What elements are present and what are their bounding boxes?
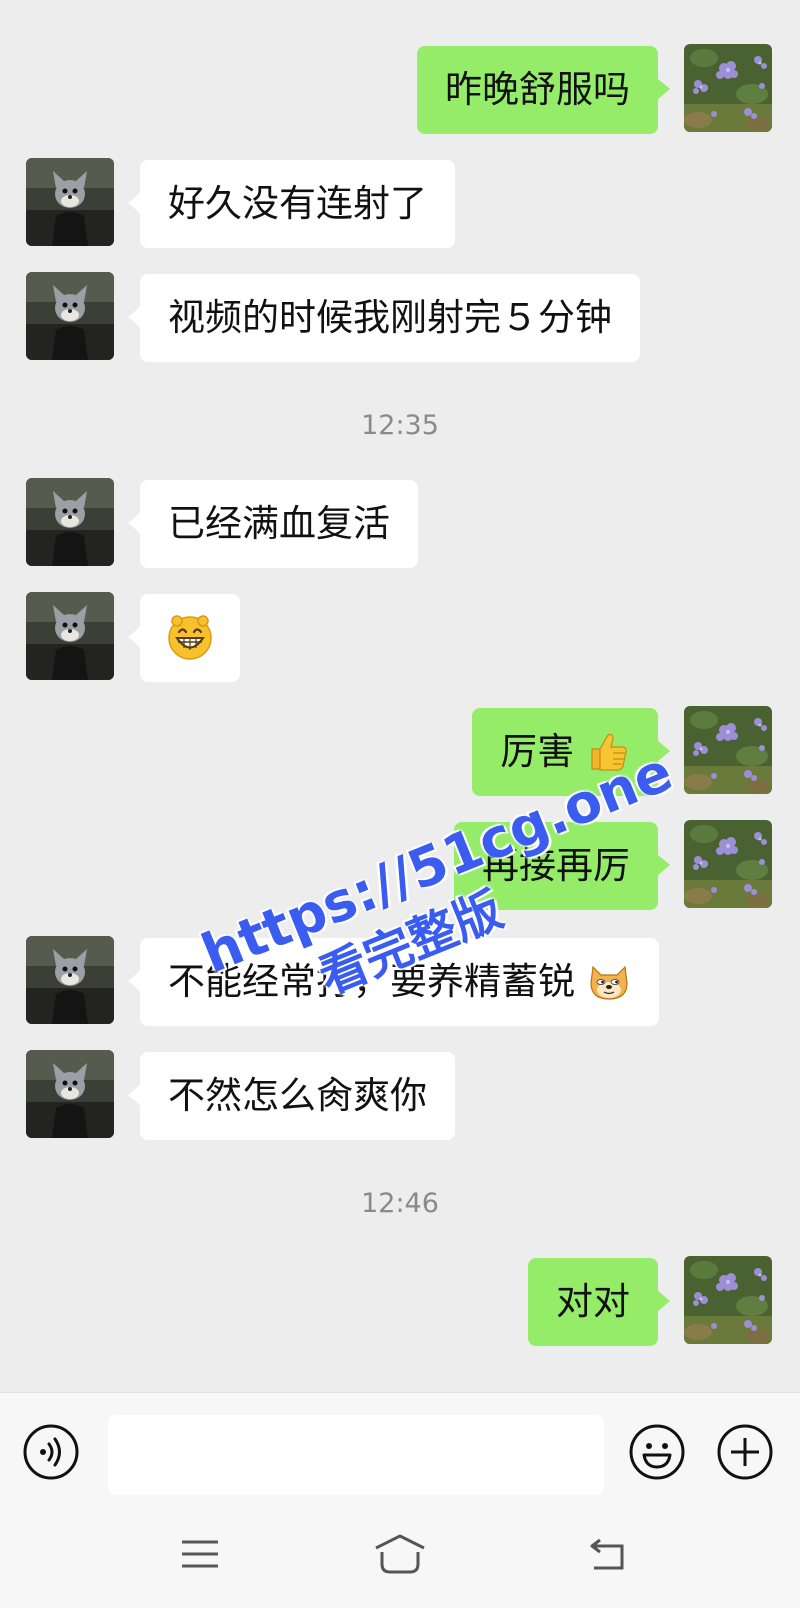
message-row: 已经满血复活 xyxy=(0,476,800,568)
timestamp: 12:35 xyxy=(361,410,439,441)
message-row: 再接再厉 xyxy=(0,818,800,910)
my-avatar[interactable] xyxy=(684,1256,772,1344)
chat-area: 昨晚舒服吗 好久没有连射了 视频的时候我刚射完５分钟 12:35 已经满血复活 xyxy=(0,0,800,1392)
message-text: 已经满血复活 xyxy=(168,502,390,545)
timestamp: 12:46 xyxy=(361,1188,439,1219)
voice-icon[interactable] xyxy=(22,1423,80,1485)
message-text: 昨晚舒服吗 xyxy=(445,68,630,111)
received-bubble[interactable]: 不能经常打，要养精蓄锐 xyxy=(128,938,659,1026)
contact-avatar[interactable] xyxy=(26,158,114,246)
thumbs-up-icon xyxy=(591,733,627,771)
message-row: 厉害 xyxy=(0,704,800,796)
received-bubble[interactable]: 已经满血复活 xyxy=(128,480,418,568)
received-bubble[interactable]: 不然怎么肏爽你 xyxy=(128,1052,455,1140)
message-row xyxy=(0,590,800,682)
system-nav-bar xyxy=(0,1502,800,1608)
received-bubble[interactable] xyxy=(128,594,240,682)
contact-avatar[interactable] xyxy=(26,592,114,680)
contact-avatar[interactable] xyxy=(26,478,114,566)
smiley-icon[interactable] xyxy=(628,1423,686,1485)
message-row: 对对 xyxy=(0,1254,800,1346)
sent-bubble[interactable]: 昨晚舒服吗 xyxy=(417,46,670,134)
message-input[interactable] xyxy=(108,1415,604,1495)
back-icon[interactable] xyxy=(588,1534,628,1578)
message-row: 昨晚舒服吗 xyxy=(0,42,800,134)
message-row: 视频的时候我刚射完５分钟 xyxy=(0,270,800,362)
message-text: 好久没有连射了 xyxy=(168,182,427,225)
message-row: 不能经常打，要养精蓄锐 xyxy=(0,934,800,1026)
received-bubble[interactable]: 好久没有连射了 xyxy=(128,160,455,248)
my-avatar[interactable] xyxy=(684,44,772,132)
menu-icon[interactable] xyxy=(180,1536,220,1576)
message-row: 好久没有连射了 xyxy=(0,156,800,248)
message-text: 不然怎么肏爽你 xyxy=(168,1074,427,1117)
contact-avatar[interactable] xyxy=(26,936,114,1024)
message-text: 再接再厉 xyxy=(482,844,630,887)
message-text: 厉害 xyxy=(500,730,575,773)
plus-icon[interactable] xyxy=(716,1423,774,1485)
message-input-bar xyxy=(0,1392,800,1503)
my-avatar[interactable] xyxy=(684,706,772,794)
my-avatar[interactable] xyxy=(684,820,772,908)
contact-avatar[interactable] xyxy=(26,272,114,360)
grinning-face-icon xyxy=(168,614,212,660)
message-text: 不能经常打，要养精蓄锐 xyxy=(168,960,575,1003)
contact-avatar[interactable] xyxy=(26,1050,114,1138)
doge-icon xyxy=(590,965,628,1000)
message-row: 不然怎么肏爽你 xyxy=(0,1048,800,1140)
received-bubble[interactable]: 视频的时候我刚射完５分钟 xyxy=(128,274,640,362)
sent-bubble[interactable]: 再接再厉 xyxy=(454,822,670,910)
home-icon[interactable] xyxy=(372,1532,428,1580)
message-text: 视频的时候我刚射完５分钟 xyxy=(168,296,612,339)
sent-bubble[interactable]: 厉害 xyxy=(472,708,670,796)
message-text: 对对 xyxy=(556,1280,630,1323)
sent-bubble[interactable]: 对对 xyxy=(528,1258,670,1346)
